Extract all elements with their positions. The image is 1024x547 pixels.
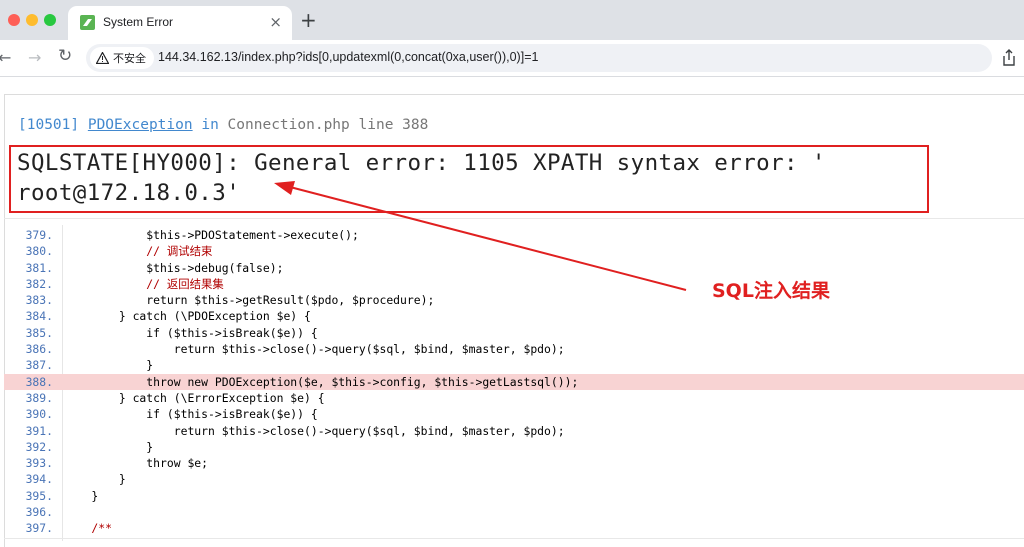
line-number: 390.	[25, 407, 53, 422]
code-line: 387. }	[4, 357, 1024, 373]
error-message-line-1: SQLSTATE[HY000]: General error: 1105 XPA…	[17, 150, 826, 176]
minimize-window-button[interactable]	[26, 14, 38, 26]
maximize-window-button[interactable]	[44, 14, 56, 26]
code-line: 392. }	[4, 439, 1024, 455]
code-line: 386. return $this->close()->query($sql, …	[4, 341, 1024, 357]
code-line: 391. return $this->close()->query($sql, …	[4, 423, 1024, 439]
security-label: 不安全	[113, 52, 146, 65]
line-number: 381.	[25, 260, 53, 275]
code-text: // 调试结束	[64, 244, 213, 259]
exception-header: [10501] PDOException in Connection.php l…	[18, 117, 428, 133]
tab-close-icon[interactable]: ×	[269, 12, 282, 32]
code-text: }	[64, 439, 154, 454]
code-text: return $this->close()->query($sql, $bind…	[64, 342, 565, 357]
tab-system-error[interactable]: System Error ×	[68, 6, 292, 40]
exception-in-label: in	[201, 117, 219, 133]
code-line: 397. /**	[4, 520, 1024, 536]
error-code: [10501]	[18, 117, 80, 133]
line-number: 387.	[25, 358, 53, 373]
code-line: 390. if ($this->isBreak($e)) {	[4, 406, 1024, 422]
code-text: } catch (\PDOException $e) {	[64, 309, 311, 324]
code-line: 382. // 返回结果集	[4, 276, 1024, 292]
code-line: 383. return $this->getResult($pdo, $proc…	[4, 292, 1024, 308]
security-indicator[interactable]: 不安全	[90, 47, 154, 69]
line-number: 397.	[25, 521, 53, 536]
code-separator	[4, 218, 1024, 219]
address-bar[interactable]: 不安全 144.34.162.13/index.php?ids[0,update…	[86, 44, 992, 72]
line-number: 386.	[25, 342, 53, 357]
code-text: return $this->close()->query($sql, $bind…	[64, 423, 565, 438]
url-text[interactable]: 144.34.162.13/index.php?ids[0,updatexml(…	[158, 50, 538, 64]
line-number: 379.	[25, 228, 53, 242]
line-number: 385.	[25, 325, 53, 340]
share-icon[interactable]	[1001, 49, 1017, 67]
exception-class-link[interactable]: PDOException	[88, 117, 193, 133]
code-line: 379. $this->PDOStatement->execute();	[4, 227, 1024, 243]
back-arrow-icon[interactable]: ←	[0, 48, 11, 67]
new-tab-button[interactable]: +	[300, 8, 317, 32]
source-code-listing: 379. $this->PDOStatement->execute(); 380.…	[4, 225, 1024, 541]
line-number: 396.	[25, 505, 53, 520]
close-window-button[interactable]	[8, 14, 20, 26]
code-line: 394. }	[4, 471, 1024, 487]
line-number: 388.	[25, 374, 53, 389]
line-number: 393.	[25, 456, 53, 471]
code-text: }	[64, 488, 99, 503]
code-line: 396.	[4, 504, 1024, 520]
browser-toolbar: ← → ↻ 不安全 144.34.162.13/index.php?ids[0,…	[0, 40, 1024, 77]
line-number: 383.	[25, 293, 53, 308]
line-number: 392.	[25, 439, 53, 454]
line-number: 394.	[25, 472, 53, 487]
code-text: throw $e;	[64, 456, 209, 471]
code-line: 389. } catch (\ErrorException $e) {	[4, 390, 1024, 406]
warning-triangle-icon	[96, 52, 109, 64]
code-line: 388. throw new PDOException($e, $this->c…	[4, 373, 1024, 390]
tab-title: System Error	[103, 15, 174, 29]
code-text: return $this->getResult($pdo, $procedure…	[64, 293, 435, 308]
thinkphp-favicon-icon	[80, 15, 95, 30]
line-number: 384.	[25, 309, 53, 324]
reload-icon[interactable]: ↻	[58, 46, 72, 66]
error-message-line-2: root@172.18.0.3'	[17, 180, 241, 206]
code-text: $this->PDOStatement->execute();	[64, 228, 359, 242]
line-number: 395.	[25, 488, 53, 503]
tab-strip: System Error × +	[0, 0, 1024, 40]
bottom-separator	[4, 538, 1024, 539]
sql-injection-result-label: SQL注入结果	[712, 280, 830, 302]
code-text: // 返回结果集	[64, 276, 224, 291]
line-number: 389.	[25, 390, 53, 405]
code-text: throw new PDOException($e, $this->config…	[64, 374, 579, 389]
code-line: 381. $this->debug(false);	[4, 260, 1024, 276]
code-line: 393. throw $e;	[4, 455, 1024, 471]
code-text: if ($this->isBreak($e)) {	[64, 325, 318, 340]
code-text: if ($this->isBreak($e)) {	[64, 407, 318, 422]
forward-arrow-icon[interactable]: →	[28, 48, 41, 67]
exception-file: Connection.php	[227, 117, 350, 133]
line-number: 391.	[25, 423, 53, 438]
code-line: 380. // 调试结束	[4, 243, 1024, 259]
code-text: }	[64, 358, 154, 373]
code-text: /**	[64, 521, 113, 536]
code-line: 384. } catch (\PDOException $e) {	[4, 308, 1024, 324]
code-text: $this->debug(false);	[64, 260, 284, 275]
code-text: } catch (\ErrorException $e) {	[64, 390, 325, 405]
code-text: }	[64, 472, 126, 487]
line-number: 382.	[25, 276, 53, 291]
exception-line: line 388	[358, 117, 429, 133]
code-line: 385. if ($this->isBreak($e)) {	[4, 325, 1024, 341]
line-number: 380.	[25, 244, 53, 259]
code-line: 395. }	[4, 488, 1024, 504]
